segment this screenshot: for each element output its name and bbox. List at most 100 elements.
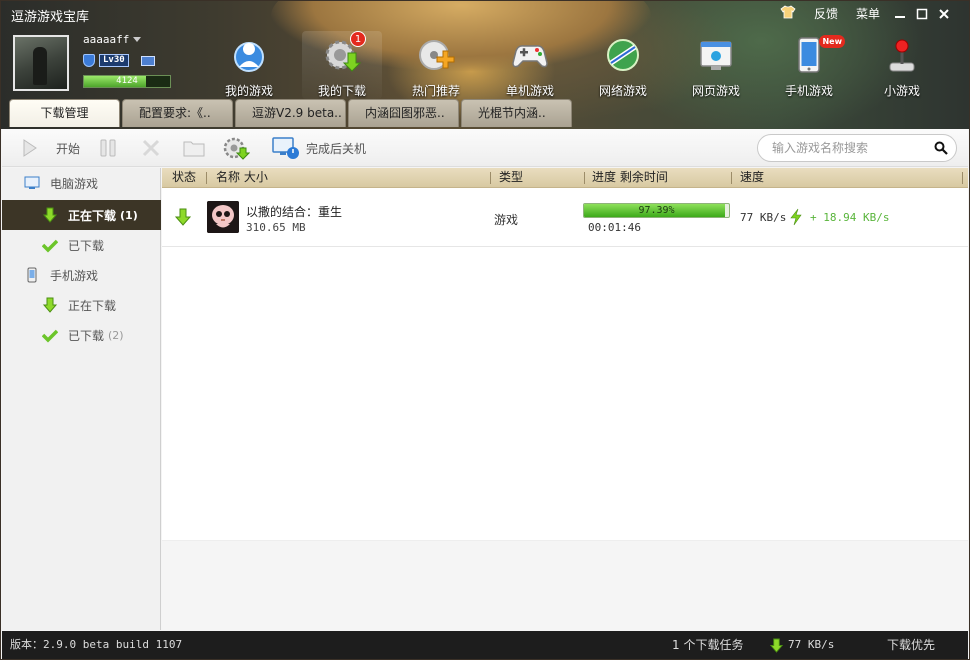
tab-config-requirements[interactable]: 配置要求:《.. <box>122 99 233 127</box>
new-badge: New <box>819 35 845 48</box>
sidebar-pc-downloaded[interactable]: 已下载 <box>2 230 161 260</box>
nav-my-downloads[interactable]: 1 我的下载 <box>302 31 382 99</box>
feedback-link[interactable]: 反馈 <box>805 3 847 24</box>
settings-button[interactable] <box>222 137 250 160</box>
shutdown-after-complete-button[interactable]: 完成后关机 <box>272 137 366 159</box>
delete-icon <box>142 139 160 157</box>
network-globe-icon <box>607 39 639 71</box>
checkmark-icon <box>42 329 58 343</box>
col-divider[interactable] <box>490 172 491 184</box>
download-count-badge: 1 <box>350 31 366 47</box>
col-divider[interactable] <box>962 172 963 184</box>
tab-douyou-beta[interactable]: 逗游V2.9 beta.. <box>235 99 346 127</box>
user-badges: Lv30 <box>83 54 155 67</box>
sidebar: 电脑游戏 正在下载 (1) 已下载 手机游戏 正在下载 已下载 (2) <box>2 168 161 630</box>
col-divider[interactable] <box>731 172 732 184</box>
pause-icon <box>100 139 116 157</box>
mail-icon[interactable] <box>140 55 155 66</box>
sidebar-mobile-downloading-label: 正在下载 <box>68 298 117 313</box>
boost-speed: + 18.94 KB/s <box>810 211 890 224</box>
maximize-button[interactable] <box>911 4 933 24</box>
col-status[interactable]: 状态 <box>172 168 196 187</box>
list-empty-area <box>162 540 968 630</box>
nav-web-games[interactable]: 网页游戏 <box>676 31 756 99</box>
app-window: 逗游游戏宝库 反馈 菜单 aaaaaff Lv30 4124 我的游戏 1 我的… <box>0 0 970 660</box>
level-badge: Lv30 <box>99 54 129 67</box>
nav-single-player[interactable]: 单机游戏 <box>490 31 570 99</box>
shirt-icon <box>780 5 796 19</box>
sidebar-pc-downloading[interactable]: 正在下载 (1) <box>2 200 161 230</box>
progress-text: 97.39% <box>638 205 675 216</box>
nav-hot-recommend[interactable]: 热门推荐 <box>396 31 476 99</box>
user-dropdown-icon[interactable] <box>133 37 141 42</box>
nav-label: 手机游戏 <box>784 84 833 98</box>
gamepad-icon <box>512 45 548 68</box>
search-box[interactable]: 输入游戏名称搜索 <box>757 134 957 162</box>
close-icon <box>939 8 949 19</box>
menu-link[interactable]: 菜单 <box>847 3 889 24</box>
shield-icon <box>83 54 95 67</box>
table-row[interactable]: 以撒的结合：重生 310.65 MB 游戏 97.39% 00:01:46 77… <box>162 190 968 247</box>
sidebar-pc-downloaded-label: 已下载 <box>68 238 105 253</box>
download-list: 状态 名称 大小 类型 进度 剩余时间 速度 以撒的结合：重生 310.65 M… <box>162 168 968 630</box>
game-type: 游戏 <box>494 213 519 227</box>
minimize-button[interactable] <box>889 4 911 24</box>
download-priority-button[interactable]: 下载优先 <box>887 631 935 659</box>
avatar-figure <box>33 47 47 85</box>
start-label: 开始 <box>56 141 81 156</box>
app-title: 逗游游戏宝库 <box>11 10 90 25</box>
nav-label: 小游戏 <box>883 84 920 98</box>
sidebar-pc-downloading-count: (1) <box>120 208 138 222</box>
tab-singles-day[interactable]: 光棍节内涵.. <box>461 99 572 127</box>
open-folder-button[interactable] <box>182 137 206 159</box>
username[interactable]: aaaaaff <box>83 33 129 46</box>
version-text: 版本：2.9.0 beta build 1107 <box>10 638 183 651</box>
search-input[interactable]: 输入游戏名称搜索 <box>772 135 868 161</box>
search-icon[interactable] <box>934 141 948 155</box>
col-progress[interactable]: 进度 剩余时间 <box>592 168 668 187</box>
checkmark-icon <box>42 239 58 253</box>
gear-download-icon: 1 <box>322 31 366 75</box>
sidebar-mobile-downloaded-label: 已下载 <box>68 328 105 343</box>
nav-label: 我的下载 <box>317 84 366 98</box>
col-type[interactable]: 类型 <box>499 168 523 187</box>
tab-bar: 下载管理 配置要求:《.. 逗游V2.9 beta.. 内涵囧图邪恶.. 光棍节… <box>9 99 572 127</box>
download-arrow-icon <box>42 297 58 313</box>
col-speed[interactable]: 速度 <box>740 168 764 187</box>
play-icon <box>23 139 37 157</box>
game-size: 310.65 MB <box>246 221 306 234</box>
table-header: 状态 名称 大小 类型 进度 剩余时间 速度 <box>162 168 968 188</box>
xp-bar: 4124 <box>83 75 171 88</box>
nav-label: 单机游戏 <box>505 84 554 98</box>
tab-download-manager[interactable]: 下载管理 <box>9 99 120 127</box>
globe-people-icon <box>234 42 264 72</box>
nav-mini-games[interactable]: 小游戏 <box>862 31 942 99</box>
status-bar: 版本：2.9.0 beta build 1107 1 个下载任务 77 KB/s… <box>2 631 968 659</box>
start-button[interactable]: 开始 <box>22 137 80 159</box>
sidebar-mobile-games[interactable]: 手机游戏 <box>2 260 161 290</box>
gear-download-icon <box>223 137 250 160</box>
col-divider[interactable] <box>206 172 207 184</box>
nav-label: 网络游戏 <box>598 84 647 98</box>
nav-label: 热门推荐 <box>411 84 460 98</box>
nav-label: 网页游戏 <box>691 84 740 98</box>
sidebar-pc-games[interactable]: 电脑游戏 <box>2 168 161 198</box>
nav-label: 我的游戏 <box>224 84 273 98</box>
delete-button[interactable] <box>142 137 160 159</box>
browser-icon <box>700 41 732 70</box>
pause-button[interactable] <box>99 137 117 159</box>
nav-my-games[interactable]: 我的游戏 <box>209 31 289 99</box>
col-name-size[interactable]: 名称 大小 <box>216 168 268 187</box>
task-count: 1 个下载任务 <box>672 638 744 652</box>
skin-button[interactable] <box>771 3 805 24</box>
avatar[interactable] <box>13 35 69 91</box>
col-divider[interactable] <box>584 172 585 184</box>
nav-mobile-games[interactable]: New 手机游戏 <box>769 31 849 99</box>
close-button[interactable] <box>933 4 955 24</box>
nav-online-games[interactable]: 网络游戏 <box>583 31 663 99</box>
joystick-icon <box>889 39 915 72</box>
tab-funny-pics[interactable]: 内涵囧图邪恶.. <box>348 99 459 127</box>
sidebar-mobile-downloading[interactable]: 正在下载 <box>2 290 161 320</box>
sidebar-mobile-downloaded[interactable]: 已下载 (2) <box>2 320 161 350</box>
download-speed: 77 KB/s <box>740 211 787 224</box>
